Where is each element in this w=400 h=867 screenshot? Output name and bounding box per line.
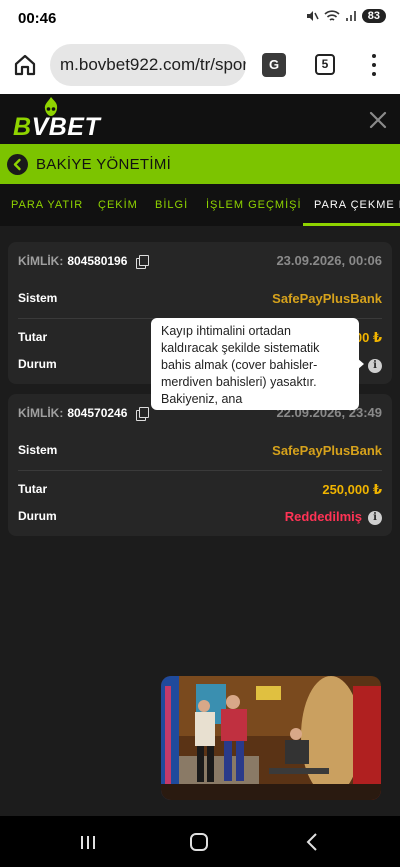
info-icon[interactable]: i [368,510,382,525]
amount-value: 250,000 ₺ [322,482,382,497]
status-value-wrap: i [362,357,382,373]
browser-toolbar: m.bovbet922.com/tr/spor G 5 [0,36,400,94]
tab-withdraw[interactable]: ÇEKİM [98,199,138,211]
system-label: Sistem [18,443,58,457]
page-title: BAKİYE YÖNETİMİ [36,156,172,173]
id-label: KİMLİK: [18,254,64,268]
transaction-card: KİMLİK: 804570246 22.09.2026, 23:49 Siste… [8,394,392,536]
system-value: SafePayPlusBank [272,443,382,458]
status-label: Durum [18,357,57,371]
system-row: Sistem SafePayPlusBank [18,291,382,307]
status-value: Reddedilmiş [284,509,362,524]
video-frame-image [161,676,381,800]
url-text: m.bovbet922.com/tr/spor [60,55,246,74]
amount-label: Tutar [18,482,48,496]
tab-transaction-history[interactable]: İŞLEM GEÇMİŞİ [206,199,302,211]
floating-video-player[interactable] [161,676,381,800]
system-row: Sistem SafePayPlusBank [18,443,382,459]
status-time: 00:46 [18,10,57,27]
logo-initial: B [13,112,32,141]
tab-deposit[interactable]: PARA YATIR [11,199,83,211]
transaction-id: 804570246 [67,406,128,420]
back-nav-icon[interactable] [305,833,319,851]
tooltip-arrow [357,358,364,370]
info-tooltip: Kayıp ihtimalini ortadan kaldıracak şeki… [151,318,359,410]
mute-icon [306,11,319,21]
tabs-bar: PARA YATIR ÇEKİM BİLGİ İŞLEM GEÇMİŞİ PAR… [0,184,400,226]
info-icon[interactable]: i [368,358,382,373]
transaction-date: 23.09.2026, 00:06 [276,253,382,268]
wifi-icon [324,10,340,21]
status-row: Durum Reddedilmiş i [18,509,382,525]
copy-icon[interactable] [136,406,150,421]
transaction-id: 804580196 [67,254,128,268]
battery-level: 83 [361,9,386,23]
back-icon [13,158,21,171]
status-label: Durum [18,509,57,523]
site-logo[interactable]: BVBET [13,112,100,142]
tab-withdraw-history[interactable]: PARA ÇEKME D [314,199,400,211]
amount-label: Tutar [18,330,48,344]
system-value: SafePayPlusBank [272,291,382,306]
logo-rest: VBET [31,112,101,141]
section-title-bar: BAKİYE YÖNETİMİ [0,144,400,184]
id-label: KİMLİK: [18,406,64,420]
tab-info[interactable]: BİLGİ [155,199,188,211]
more-vert-icon[interactable] [366,52,382,78]
amount-row: Tutar 250,000 ₺ [18,482,382,498]
home-icon[interactable] [12,52,38,78]
recents-icon[interactable] [80,835,96,850]
status-icons: 83 [305,9,386,23]
signal-icon [345,11,356,21]
divider [18,470,382,471]
status-value-wrap: Reddedilmiş i [285,509,382,525]
close-icon[interactable] [366,108,390,132]
card-header-row: KİMLİK: 804580196 23.09.2026, 00:06 [18,253,382,269]
back-button[interactable] [7,154,28,175]
system-navbar [0,816,400,867]
translate-icon[interactable]: G [262,53,286,77]
tabs-icon[interactable]: 5 [315,54,335,75]
status-bar: 00:46 83 [0,0,400,36]
copy-icon[interactable] [136,254,150,269]
home-nav-icon[interactable] [190,833,208,851]
system-label: Sistem [18,291,58,305]
url-bar[interactable]: m.bovbet922.com/tr/spor [50,44,246,86]
